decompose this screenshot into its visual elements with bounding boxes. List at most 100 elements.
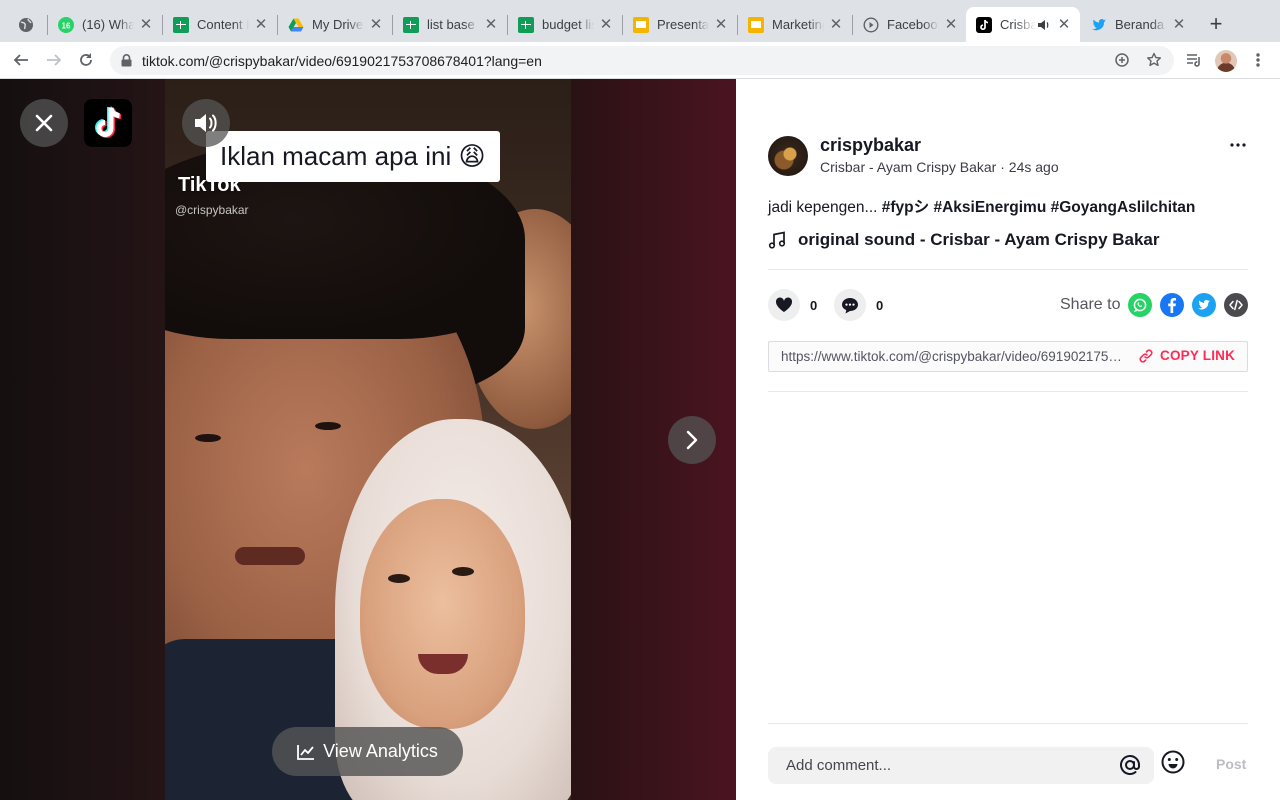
close-icon[interactable]: ✕ bbox=[253, 16, 269, 33]
browser-toolbar: tiktok.com/@crispybakar/video/6919021753… bbox=[0, 42, 1280, 79]
reload-icon bbox=[80, 53, 92, 66]
url-text[interactable]: tiktok.com/@crispybakar/video/6919021753… bbox=[142, 53, 542, 69]
hashtag-link[interactable]: #GoyangAslilchitan bbox=[1051, 199, 1196, 216]
audio-playing-icon[interactable] bbox=[1036, 17, 1052, 33]
close-icon[interactable]: ✕ bbox=[943, 16, 959, 33]
author-username[interactable]: crispybakar bbox=[820, 135, 921, 156]
copy-link-button[interactable]: COPY LINK bbox=[1139, 348, 1235, 363]
video-player-area: TikTok @crispybakar Iklan macam apa ini … bbox=[0, 79, 736, 800]
slides-icon bbox=[748, 16, 764, 33]
more-options-button[interactable] bbox=[1228, 136, 1248, 152]
close-icon[interactable]: ✕ bbox=[828, 16, 844, 33]
divider bbox=[768, 723, 1248, 724]
reload-button[interactable] bbox=[73, 48, 99, 72]
embed-code-icon[interactable] bbox=[1224, 293, 1248, 317]
bookmark-star-icon[interactable] bbox=[1146, 52, 1162, 73]
music-note-icon bbox=[768, 231, 786, 249]
new-tab-button[interactable]: + bbox=[1204, 12, 1228, 36]
slides-icon bbox=[633, 16, 649, 33]
close-icon[interactable]: ✕ bbox=[1056, 16, 1072, 33]
share-link-box[interactable]: https://www.tiktok.com/@crispybakar/vide… bbox=[768, 341, 1248, 372]
close-icon bbox=[35, 114, 53, 132]
twitter-share-icon[interactable] bbox=[1192, 293, 1216, 317]
comment-count: 0 bbox=[876, 297, 884, 313]
analytics-chart-icon bbox=[297, 744, 315, 760]
tab-strip: 16 (16) What ✕ Content Pl ✕ My Drive ✕ l… bbox=[0, 0, 1280, 42]
next-video-button[interactable] bbox=[668, 416, 716, 464]
hashtag-link[interactable]: #fypシ bbox=[882, 199, 929, 216]
facebook-share-icon[interactable] bbox=[1160, 293, 1184, 317]
divider bbox=[768, 269, 1248, 270]
heart-icon[interactable] bbox=[768, 289, 800, 321]
tab-marketing[interactable]: Marketing ✕ bbox=[738, 7, 852, 42]
close-icon[interactable]: ✕ bbox=[713, 16, 729, 33]
author-display-name[interactable]: Crisbar - Ayam Crispy Bakar bbox=[820, 159, 996, 175]
tab-title: (16) What bbox=[82, 17, 134, 32]
video-caption: Iklan macam apa ini 😩 bbox=[220, 141, 486, 171]
sheets-icon bbox=[403, 16, 419, 33]
tab-title: Content Pl bbox=[197, 17, 249, 32]
share-link-url[interactable]: https://www.tiktok.com/@crispybakar/vide… bbox=[781, 349, 1125, 364]
sound-title[interactable]: original sound - Crisbar - Ayam Crispy B… bbox=[798, 230, 1160, 250]
tab-facebook[interactable]: Facebook ✕ bbox=[853, 7, 967, 42]
sheets-icon bbox=[173, 16, 189, 33]
view-analytics-label: View Analytics bbox=[323, 741, 438, 761]
link-icon bbox=[1139, 348, 1153, 363]
media-control-icon[interactable] bbox=[1185, 51, 1203, 74]
close-icon[interactable]: ✕ bbox=[368, 16, 384, 33]
tab-title: Facebook bbox=[887, 17, 939, 32]
arrow-left-icon bbox=[13, 54, 28, 66]
address-bar[interactable]: tiktok.com/@crispybakar/video/6919021753… bbox=[110, 46, 1174, 75]
comment-placeholder: Add comment... bbox=[786, 757, 892, 774]
tab-content-plan[interactable]: Content Pl ✕ bbox=[163, 7, 277, 42]
divider bbox=[768, 391, 1248, 392]
close-icon[interactable]: ✕ bbox=[138, 16, 154, 33]
lock-icon[interactable] bbox=[121, 54, 132, 72]
volume-icon bbox=[195, 114, 217, 132]
tab-whatsapp[interactable]: 16 (16) What ✕ bbox=[48, 7, 162, 42]
tab-budget-list[interactable]: budget list ✕ bbox=[508, 7, 622, 42]
profile-avatar[interactable] bbox=[1215, 50, 1237, 72]
post-comment-button[interactable]: Post bbox=[1216, 756, 1246, 772]
tab-my-drive[interactable]: My Drive ✕ bbox=[278, 7, 392, 42]
like-stat[interactable]: 0 bbox=[768, 289, 817, 321]
forward-button[interactable] bbox=[41, 48, 67, 72]
tab-title: Marketing bbox=[772, 17, 824, 32]
author-avatar[interactable] bbox=[768, 136, 808, 176]
mute-toggle-button[interactable] bbox=[182, 99, 230, 147]
copy-link-label: COPY LINK bbox=[1160, 348, 1236, 363]
tab-title: My Drive bbox=[312, 17, 364, 32]
comment-stat[interactable]: 0 bbox=[834, 289, 883, 321]
tab-beranda[interactable]: Beranda ✕ bbox=[1081, 7, 1195, 42]
close-icon[interactable]: ✕ bbox=[598, 16, 614, 33]
mention-at-icon[interactable] bbox=[1118, 753, 1142, 782]
view-analytics-button[interactable]: View Analytics bbox=[272, 727, 463, 776]
share-label: Share to bbox=[1060, 296, 1121, 313]
whatsapp-share-icon[interactable] bbox=[1128, 293, 1152, 317]
back-button[interactable] bbox=[8, 48, 34, 72]
like-count: 0 bbox=[810, 297, 818, 313]
arrow-right-icon bbox=[47, 54, 62, 66]
comment-input[interactable]: Add comment... bbox=[768, 747, 1154, 784]
close-icon[interactable]: ✕ bbox=[483, 16, 499, 33]
sheets-icon bbox=[518, 16, 534, 33]
video-caption-box: Iklan macam apa ini 😩 bbox=[206, 131, 500, 182]
sound-row[interactable]: original sound - Crisbar - Ayam Crispy B… bbox=[768, 230, 1160, 250]
hashtag-link[interactable]: #AksiEnergimu bbox=[933, 199, 1046, 216]
comment-icon[interactable] bbox=[834, 289, 866, 321]
close-video-button[interactable] bbox=[20, 99, 68, 147]
more-vert-icon[interactable] bbox=[1251, 51, 1265, 74]
tab-title: list base bbox=[427, 17, 475, 32]
post-info-panel: crispybakar Crisbar - Ayam Crispy Bakar … bbox=[736, 79, 1280, 800]
add-tab-search-icon[interactable] bbox=[1114, 52, 1130, 73]
emoji-icon[interactable] bbox=[1160, 749, 1186, 780]
tiktok-logo[interactable] bbox=[84, 99, 132, 147]
watermark-handle: @crispybakar bbox=[175, 203, 249, 217]
tab-list-base[interactable]: list base ✕ bbox=[393, 7, 507, 42]
tab-globe[interactable] bbox=[8, 7, 50, 42]
tab-crisbar[interactable]: Crisbar ✕ bbox=[966, 7, 1080, 42]
close-icon[interactable]: ✕ bbox=[1171, 16, 1187, 33]
twitter-icon bbox=[1091, 17, 1107, 33]
author-subtitle: Crisbar - Ayam Crispy Bakar · 24s ago bbox=[820, 159, 1059, 175]
tab-presentation[interactable]: Presentation ✕ bbox=[623, 7, 737, 42]
